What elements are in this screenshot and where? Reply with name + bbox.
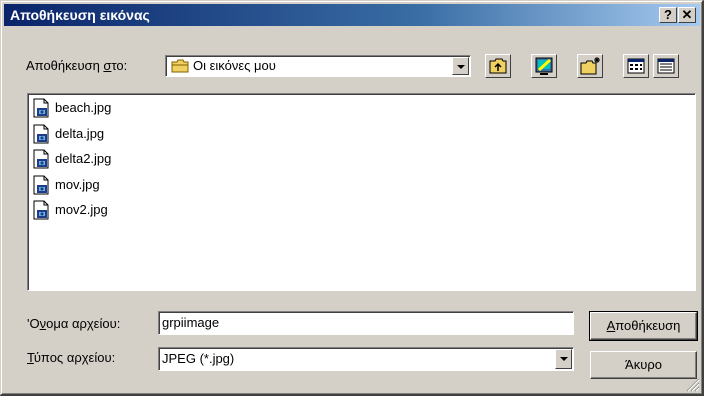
save-in-dropdown-arrow[interactable] [452, 57, 469, 75]
filename-label: 'Ονομα αρχείου: [27, 316, 121, 331]
list-view-icon [627, 58, 645, 74]
help-button[interactable]: ? [659, 7, 677, 23]
filetype-dropdown-arrow[interactable] [555, 349, 572, 369]
up-one-level-icon [489, 58, 507, 74]
image-file-icon [33, 149, 49, 169]
save-in-combobox[interactable]: Οι εικόνες μου [165, 55, 471, 77]
save-button[interactable]: Αποθήκευση [589, 311, 698, 341]
filetype-combobox[interactable]: JPEG (*.jpg) [158, 347, 574, 371]
folder-icon [171, 59, 189, 73]
file-name: beach.jpg [55, 100, 112, 115]
filename-input[interactable]: grpiimage [158, 311, 574, 335]
list-item[interactable]: delta2.jpg [33, 149, 111, 169]
list-item[interactable]: delta.jpg [33, 124, 104, 144]
list-item[interactable]: beach.jpg [33, 98, 111, 118]
save-image-dialog: Αποθήκευση εικόνας ? ✕ Αποθήκευση στο: Ο… [0, 0, 704, 396]
file-name: mov.jpg [55, 176, 100, 192]
close-button[interactable]: ✕ [678, 7, 696, 23]
list-item[interactable]: mov2.jpg [33, 200, 108, 220]
dialog-title: Αποθήκευση εικόνας [10, 7, 150, 23]
file-name: delta.jpg [55, 125, 105, 141]
details-view-button[interactable] [653, 54, 679, 78]
filetype-value: JPEG (*.jpg) [162, 351, 235, 366]
resize-grip-icon[interactable] [686, 378, 700, 392]
file-list[interactable]: beach.jpg delta.jpg delta2.jpg mov.jpg mov2.… [27, 93, 696, 291]
list-view-button[interactable] [623, 54, 649, 78]
cancel-button[interactable]: Άκυρο [590, 351, 697, 379]
image-file-icon [33, 175, 49, 194]
desktop-icon [535, 57, 553, 75]
filetype-label: Τύπος αρχείου: [27, 350, 116, 365]
new-folder-icon [580, 57, 600, 75]
image-file-icon [33, 98, 49, 118]
image-file-icon [33, 200, 49, 220]
desktop-button[interactable] [531, 54, 557, 78]
save-in-label: Αποθήκευση στο: [26, 58, 128, 73]
filename-value: grpiimage [162, 315, 220, 330]
title-bar[interactable]: Αποθήκευση εικόνας ? ✕ [4, 4, 700, 26]
file-name: mov2.jpg [55, 202, 108, 217]
list-item[interactable]: mov.jpg [33, 175, 100, 195]
save-in-value: Οι εικόνες μου [193, 58, 276, 73]
up-one-level-button[interactable] [485, 54, 511, 78]
new-folder-button[interactable] [577, 54, 603, 78]
image-file-icon [33, 124, 49, 143]
details-view-icon [657, 58, 675, 74]
file-name: delta2.jpg [55, 151, 112, 166]
